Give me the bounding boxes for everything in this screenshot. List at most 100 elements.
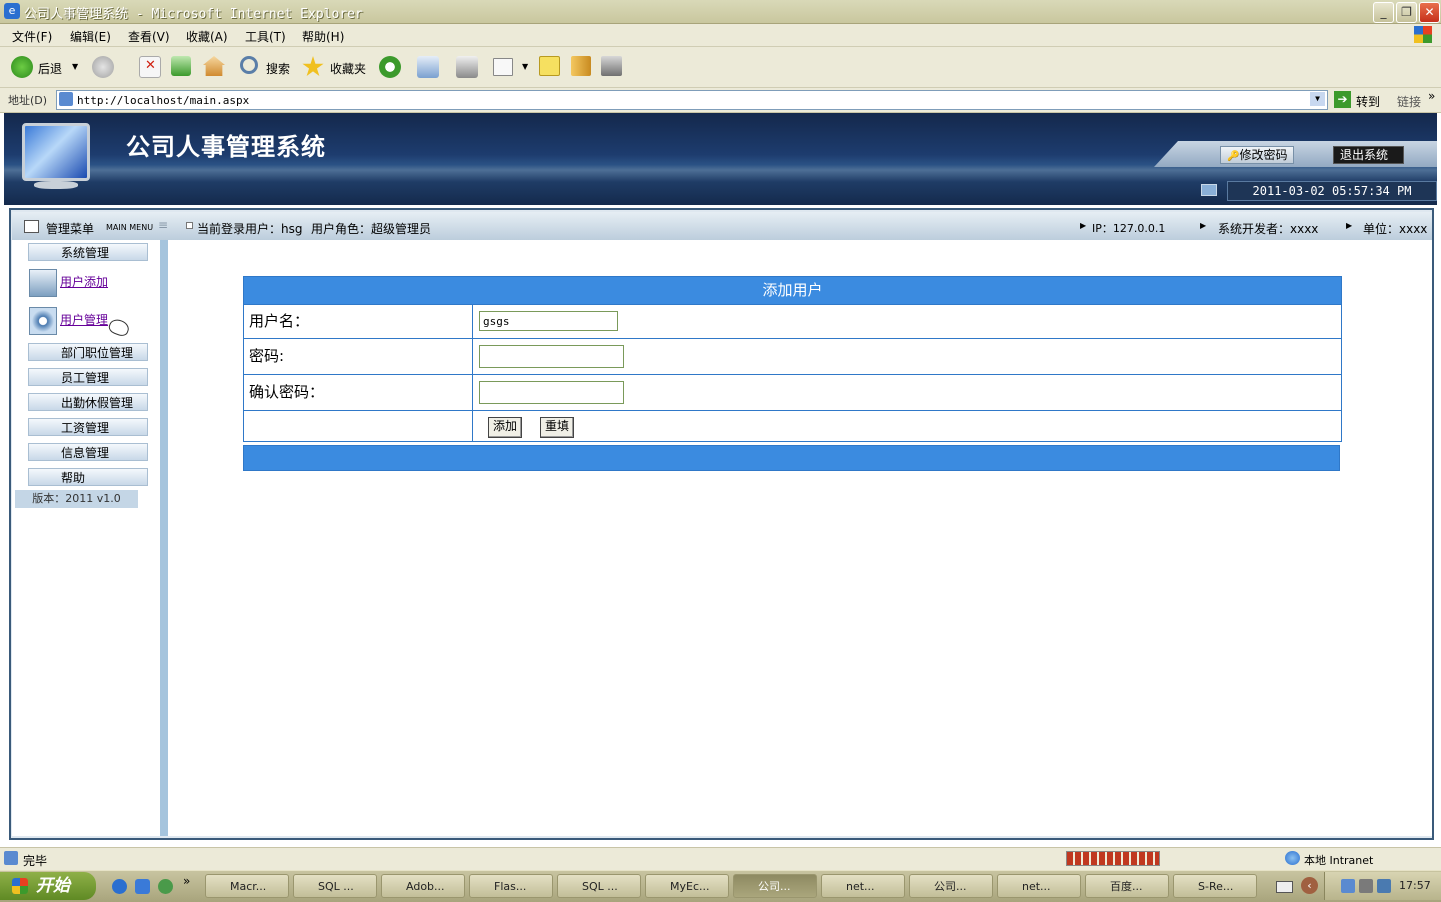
close-button[interactable]: ✕ bbox=[1419, 2, 1440, 23]
task-macromedia[interactable]: Macr... bbox=[205, 874, 289, 898]
address-dropdown-icon[interactable]: ▼ bbox=[1310, 92, 1325, 106]
sidebar-item-help[interactable]: 帮助 bbox=[28, 468, 148, 486]
menu-file[interactable]: 文件(F) bbox=[12, 28, 52, 45]
task-s-re[interactable]: S-Re... bbox=[1173, 874, 1257, 898]
datetime-display: 2011-03-02 05:57:34 PM bbox=[1227, 181, 1437, 201]
sidebar-splitter[interactable] bbox=[160, 240, 168, 836]
screen-icon bbox=[1201, 184, 1217, 196]
links-chevron-icon[interactable]: » bbox=[1428, 89, 1435, 103]
keyboard-icon[interactable] bbox=[1276, 881, 1293, 893]
logout-button[interactable]: 退出系统 bbox=[1333, 146, 1404, 164]
intranet-icon bbox=[1285, 851, 1300, 865]
tray-volume-icon[interactable] bbox=[1359, 879, 1373, 893]
ip-address: IP：127.0.0.1 bbox=[1092, 222, 1166, 235]
address-bar: 地址(D) http://localhost/main.aspx ▼ ➔ 转到 … bbox=[0, 88, 1441, 113]
sidebar-item-department[interactable]: 部门职位管理 bbox=[28, 343, 148, 361]
confirm-password-input[interactable] bbox=[479, 381, 624, 404]
unit: 单位：xxxx bbox=[1363, 222, 1428, 236]
favorites-label[interactable]: 收藏夹 bbox=[330, 60, 366, 77]
menu-grid-icon bbox=[24, 220, 39, 233]
quicklaunch-messenger-icon[interactable] bbox=[158, 879, 173, 894]
back-icon[interactable] bbox=[11, 56, 33, 78]
sidebar-link-user-manage[interactable]: 用户管理 bbox=[60, 311, 108, 328]
search-label[interactable]: 搜索 bbox=[266, 60, 290, 77]
form-row-username: 用户名： bbox=[244, 304, 1341, 338]
edit-word-icon[interactable] bbox=[493, 58, 513, 76]
sidebar-item-salary[interactable]: 工资管理 bbox=[28, 418, 148, 436]
developer: 系统开发者：xxxx bbox=[1218, 222, 1319, 236]
edit-dropdown-icon[interactable]: ▼ bbox=[522, 62, 528, 71]
links-label[interactable]: 链接 bbox=[1397, 93, 1421, 110]
menubar: 文件(F) 编辑(E) 查看(V) 收藏(A) 工具(T) 帮助(H) bbox=[0, 24, 1441, 47]
history-icon[interactable] bbox=[379, 56, 401, 78]
sidebar-item-employee[interactable]: 员工管理 bbox=[28, 368, 148, 386]
form-footer bbox=[243, 445, 1340, 471]
forward-icon[interactable] bbox=[92, 56, 114, 78]
research-icon[interactable] bbox=[571, 56, 591, 76]
task-net-2[interactable]: net... bbox=[997, 874, 1081, 898]
form-row-password: 密码: bbox=[244, 338, 1341, 374]
messenger-icon[interactable] bbox=[601, 56, 622, 76]
password-input[interactable] bbox=[479, 345, 624, 368]
go-arrow-icon[interactable]: ➔ bbox=[1334, 91, 1351, 108]
ie-icon: e bbox=[4, 3, 20, 19]
menu-help[interactable]: 帮助(H) bbox=[302, 28, 344, 45]
mail-icon[interactable] bbox=[417, 56, 439, 78]
back-label[interactable]: 后退 bbox=[38, 60, 62, 77]
sidebar-item-attendance[interactable]: 出勤休假管理 bbox=[28, 393, 148, 411]
sidebar-link-user-add[interactable]: 用户添加 bbox=[60, 273, 108, 290]
stop-icon[interactable]: ✕ bbox=[139, 56, 161, 78]
key-icon: 🔑 bbox=[1227, 151, 1240, 162]
page-icon bbox=[59, 92, 73, 106]
windows-flag-icon bbox=[12, 878, 28, 894]
task-company-doc[interactable]: 公司... bbox=[909, 874, 993, 898]
task-flash[interactable]: Flas... bbox=[469, 874, 553, 898]
task-sql-1[interactable]: SQL ... bbox=[293, 874, 377, 898]
sidebar-item-info[interactable]: 信息管理 bbox=[28, 443, 148, 461]
user-manage-gear-icon[interactable] bbox=[29, 307, 57, 335]
search-icon[interactable] bbox=[240, 56, 258, 74]
task-company-active[interactable]: 公司... bbox=[733, 874, 817, 898]
start-button[interactable]: 开始 bbox=[0, 872, 96, 900]
menu-view[interactable]: 查看(V) bbox=[128, 28, 170, 45]
sidebar-item-system[interactable]: 系统管理 bbox=[28, 243, 148, 261]
address-input[interactable]: http://localhost/main.aspx ▼ bbox=[56, 90, 1328, 110]
tray-app-icon[interactable] bbox=[1377, 879, 1391, 893]
tray-network-icon[interactable] bbox=[1341, 879, 1355, 893]
start-label: 开始 bbox=[36, 876, 70, 896]
tray-clock[interactable]: 17:57 bbox=[1399, 879, 1431, 892]
form-row-actions: 添加 重填 bbox=[244, 410, 1341, 441]
menu-tools[interactable]: 工具(T) bbox=[245, 28, 286, 45]
quicklaunch-ie-icon[interactable] bbox=[112, 879, 127, 894]
menu-subtitle: MAIN MENU bbox=[106, 223, 154, 232]
task-adobe[interactable]: Adob... bbox=[381, 874, 465, 898]
task-net-1[interactable]: net... bbox=[821, 874, 905, 898]
done-page-icon bbox=[4, 851, 18, 865]
tray-collapse-icon[interactable]: ‹ bbox=[1301, 877, 1318, 894]
restore-button[interactable]: ❐ bbox=[1396, 2, 1417, 23]
task-myeclipse[interactable]: MyEc... bbox=[645, 874, 729, 898]
menu-edit[interactable]: 编辑(E) bbox=[70, 28, 111, 45]
actions-label-cell bbox=[244, 411, 473, 441]
change-password-button[interactable]: 🔑修改密码 bbox=[1220, 146, 1295, 164]
menu-favorites[interactable]: 收藏(A) bbox=[186, 28, 228, 45]
user-add-icon[interactable] bbox=[29, 269, 57, 297]
home-icon[interactable] bbox=[203, 56, 225, 76]
minimize-button[interactable]: _ bbox=[1373, 2, 1394, 23]
back-dropdown-icon[interactable]: ▼ bbox=[72, 62, 78, 71]
task-baidu[interactable]: 百度... bbox=[1085, 874, 1169, 898]
refresh-icon[interactable] bbox=[171, 56, 191, 76]
notes-icon[interactable] bbox=[539, 56, 560, 76]
menu-lines-icon: ≡ bbox=[158, 218, 169, 232]
favorites-star-icon[interactable] bbox=[302, 56, 324, 77]
form-title: 添加用户 bbox=[244, 277, 1341, 304]
username-input[interactable] bbox=[479, 311, 618, 331]
print-icon[interactable] bbox=[456, 56, 478, 78]
quicklaunch-browser-icon[interactable] bbox=[135, 879, 150, 894]
go-button[interactable]: 转到 bbox=[1356, 93, 1380, 110]
quicklaunch-more-icon[interactable]: » bbox=[183, 874, 190, 888]
add-button[interactable]: 添加 bbox=[488, 417, 523, 438]
change-password-label: 修改密码 bbox=[1239, 148, 1288, 162]
task-sql-2[interactable]: SQL ... bbox=[557, 874, 641, 898]
reset-button[interactable]: 重填 bbox=[540, 417, 575, 438]
